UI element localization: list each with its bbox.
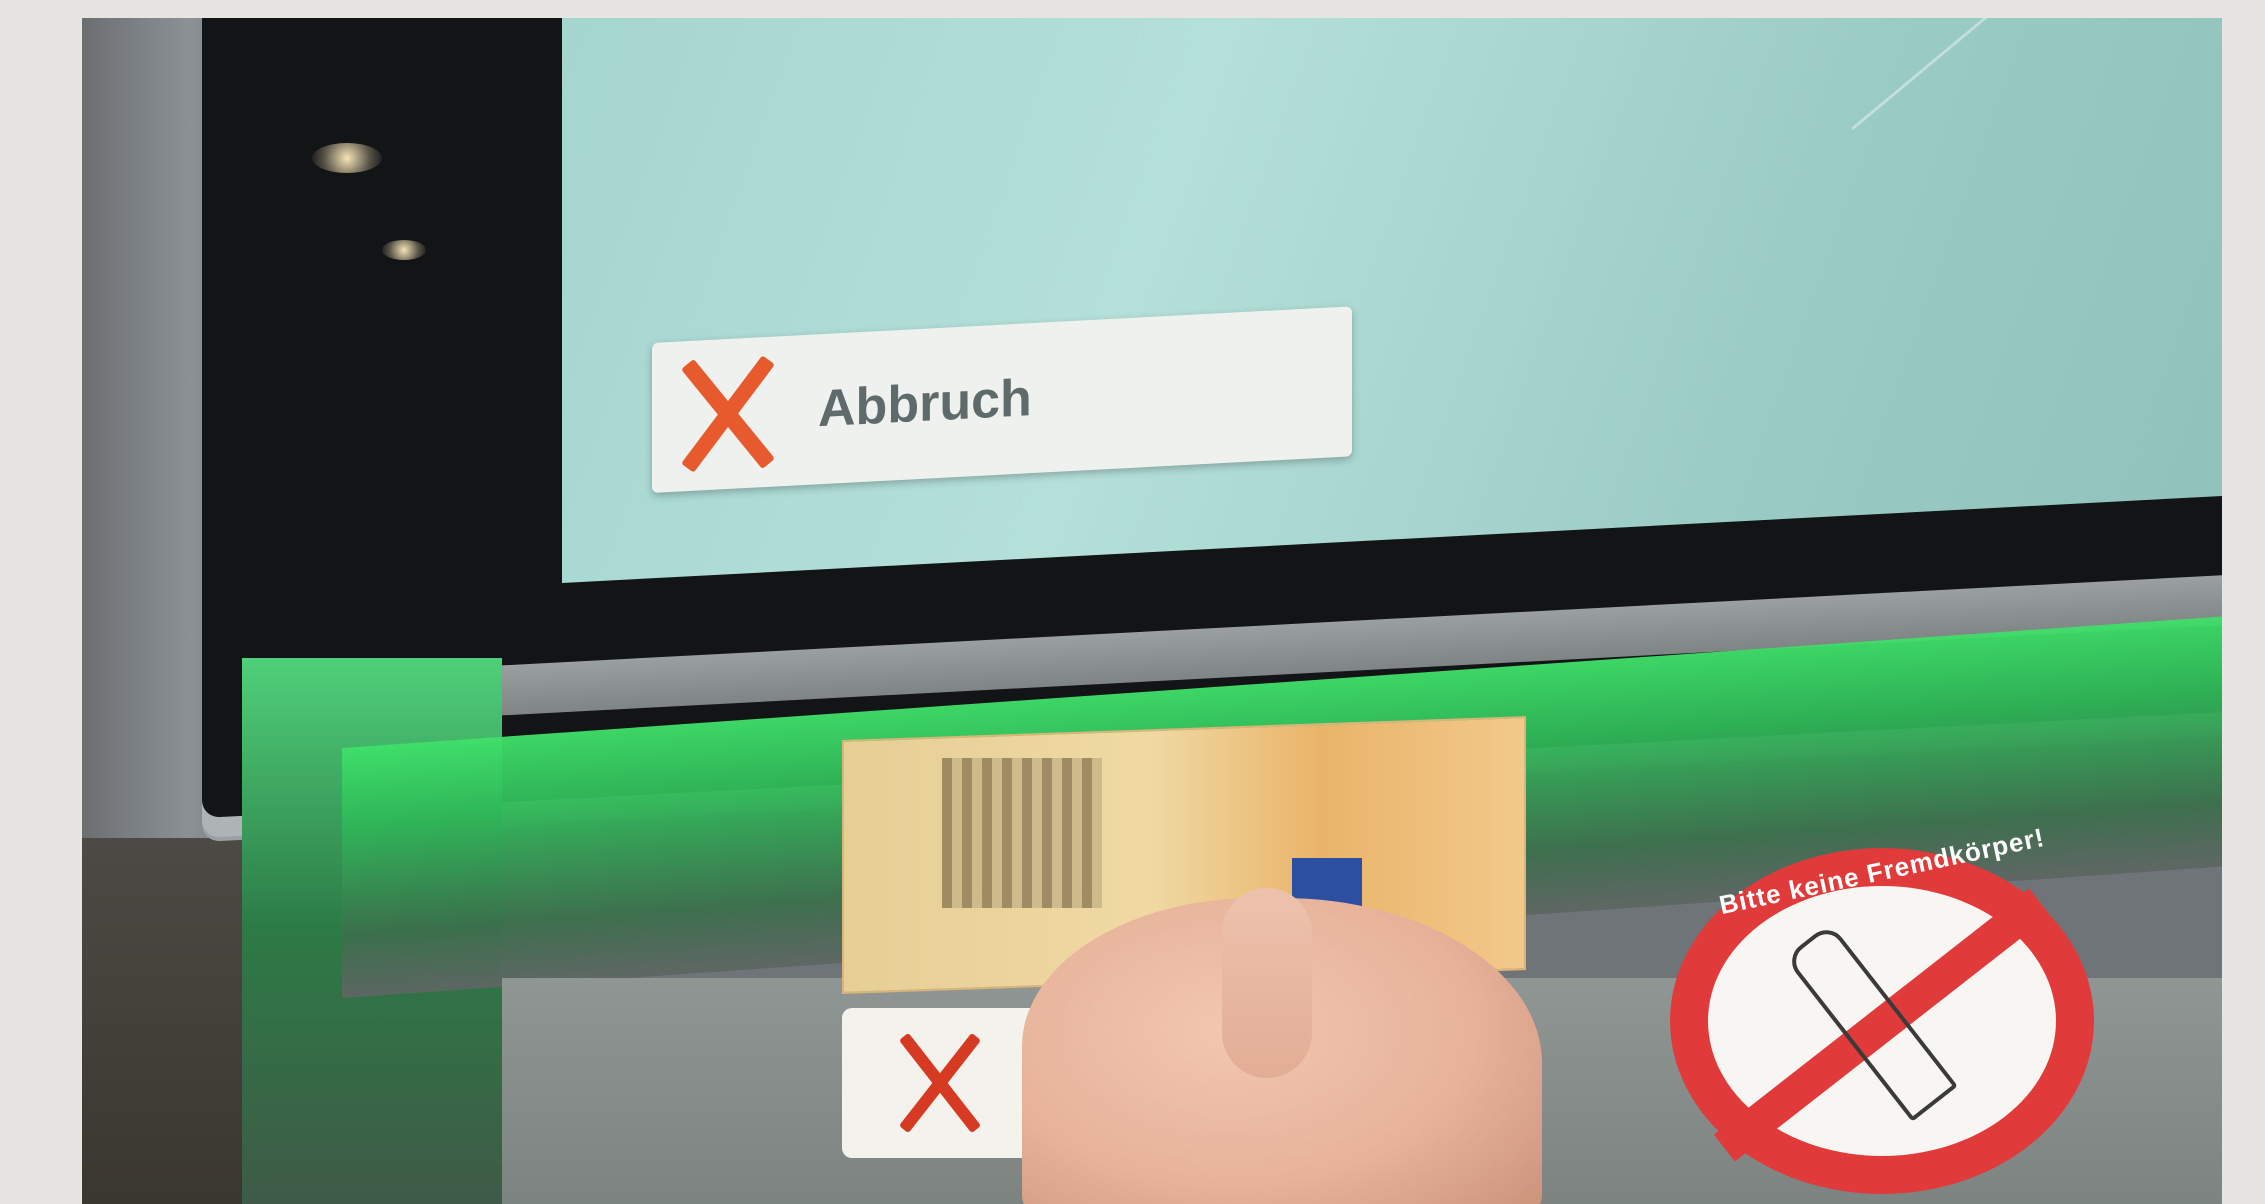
cancel-x-icon	[668, 351, 788, 477]
no-clips-pictogram	[842, 1008, 1052, 1158]
thumb	[1222, 888, 1312, 1078]
ceiling-light-reflection	[312, 143, 382, 173]
banknote-arch-motif	[942, 758, 1102, 908]
cancel-label: Abbruch	[818, 369, 1032, 439]
prohibited-x-icon	[882, 1028, 1002, 1138]
screen-glare	[1851, 18, 2153, 130]
ceiling-light-reflection	[382, 240, 426, 260]
atm-photo: Abbruch Bitte keine Fremdkörper!	[82, 18, 2222, 1204]
atm-screen	[562, 18, 2222, 583]
